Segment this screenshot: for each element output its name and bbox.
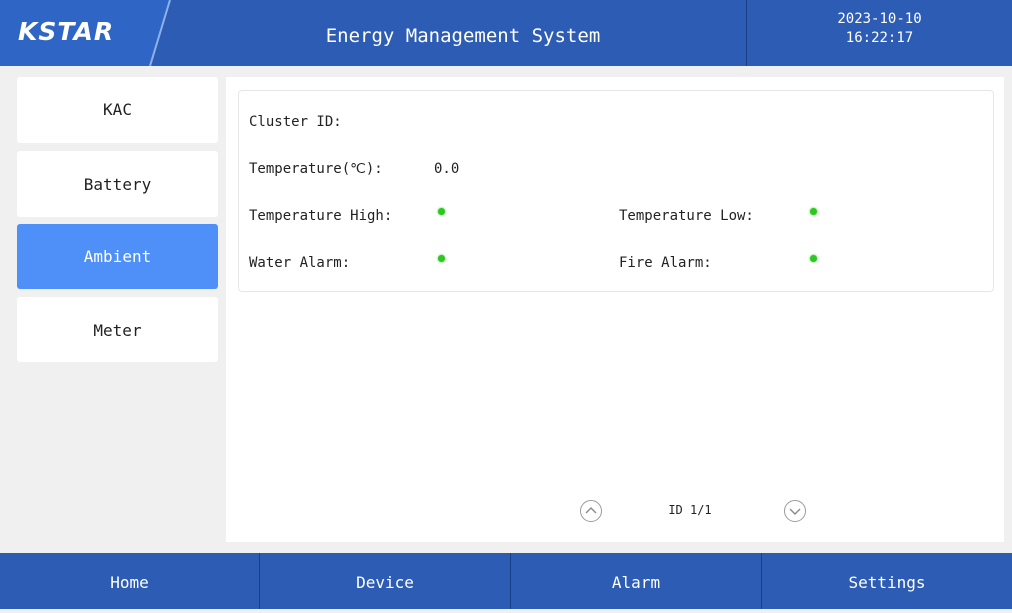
- sidebar-item-battery[interactable]: Battery: [17, 151, 218, 217]
- fire-alarm-label: Fire Alarm:: [619, 255, 712, 271]
- sidebar-item-label: Meter: [93, 321, 142, 340]
- date-text: 2023-10-10: [837, 11, 922, 27]
- temperature-low-status-indicator: [810, 208, 817, 215]
- sidebar-item-ambient[interactable]: Ambient: [17, 224, 218, 289]
- logo-area: KSTAR: [0, 0, 180, 66]
- brand-logo: KSTAR: [18, 17, 115, 46]
- cluster-id-label: Cluster ID:: [249, 114, 342, 130]
- footer-nav: Home Device Alarm Settings: [0, 553, 1012, 609]
- datetime: 2023-10-10 16:22:17: [747, 10, 1012, 48]
- nav-alarm-button[interactable]: Alarm: [511, 553, 761, 609]
- temperature-label: Temperature(℃):: [249, 161, 383, 177]
- nav-settings-button[interactable]: Settings: [762, 553, 1012, 609]
- chevron-up-icon: [585, 507, 597, 514]
- temperature-value: 0.0: [434, 161, 460, 177]
- page-indicator: ID 1/1: [668, 503, 712, 517]
- water-alarm-label: Water Alarm:: [249, 255, 351, 271]
- app-title: Energy Management System: [325, 25, 601, 47]
- ambient-info-card: [238, 90, 994, 292]
- sidebar-item-meter[interactable]: Meter: [17, 297, 218, 362]
- nav-device-button[interactable]: Device: [260, 553, 510, 609]
- sidebar-item-label: KAC: [103, 100, 132, 119]
- temperature-high-label: Temperature High:: [249, 208, 393, 224]
- temperature-high-status-indicator: [438, 208, 445, 215]
- temperature-low-label: Temperature Low:: [619, 208, 754, 224]
- header-bar: KSTAR Energy Management System 2023-10-1…: [0, 0, 1012, 66]
- sidebar-item-kac[interactable]: KAC: [17, 77, 218, 143]
- chevron-down-icon: [789, 508, 801, 515]
- page-up-button[interactable]: [580, 500, 602, 522]
- sidebar-item-label: Ambient: [83, 247, 152, 266]
- water-alarm-status-indicator: [438, 255, 445, 262]
- page-down-button[interactable]: [784, 500, 806, 522]
- time-text: 16:22:17: [845, 30, 914, 46]
- sidebar-item-label: Battery: [83, 175, 152, 194]
- nav-home-button[interactable]: Home: [0, 553, 259, 609]
- fire-alarm-status-indicator: [810, 255, 817, 262]
